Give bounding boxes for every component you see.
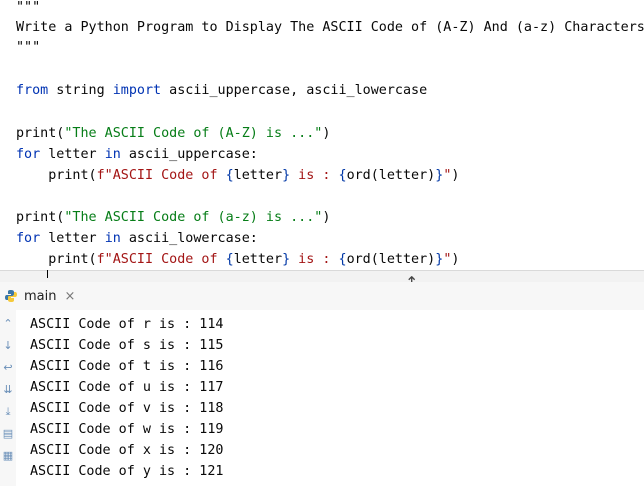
- fstring-expr-ord: ord(letter): [346, 252, 436, 267]
- string-literal: "The ASCII Code of (A-Z) is ...": [64, 126, 323, 141]
- run-tab-label: main: [24, 288, 57, 304]
- print-line-lowercase-header: print("The ASCII Code of (a-z) is ..."): [16, 207, 330, 229]
- scroll-to-end-icon[interactable]: ⇊: [2, 384, 14, 396]
- close-paren: ): [322, 210, 331, 225]
- loop-iterable: ascii_lowercase:: [120, 231, 258, 246]
- fstring-var-letter: letter: [233, 168, 283, 183]
- string-literal: "The ASCII Code of (a-z) is ...": [64, 210, 323, 225]
- console-output-line: ASCII Code of x is : 120: [30, 443, 224, 458]
- loop-variable: letter: [40, 147, 105, 162]
- scroll-up-icon[interactable]: ⌃: [2, 318, 14, 330]
- code-editor[interactable]: """ Write a Python Program to Display Th…: [0, 0, 644, 272]
- rerun-icon[interactable]: ↩: [2, 362, 14, 374]
- keyword-in: in: [104, 231, 121, 246]
- close-paren: ): [451, 168, 460, 183]
- console-output-line: ASCII Code of u is : 117: [30, 380, 224, 395]
- run-console[interactable]: ASCII Code of r is : 114 ASCII Code of s…: [0, 310, 644, 486]
- loop-iterable: ascii_uppercase:: [120, 147, 258, 162]
- fstring-expr-ord: ord(letter): [346, 168, 436, 183]
- keyword-from: from: [16, 83, 49, 98]
- import-line: from string import ascii_uppercase, asci…: [16, 80, 427, 102]
- console-output-line: ASCII Code of r is : 114: [30, 317, 224, 332]
- print-line-uppercase-header: print("The ASCII Code of (A-Z) is ..."): [16, 123, 330, 145]
- loop-variable: letter: [40, 231, 105, 246]
- console-output-line: ASCII Code of s is : 115: [30, 338, 224, 353]
- print-call: print(: [16, 210, 65, 225]
- for-line-lowercase: for letter in ascii_lowercase:: [16, 228, 258, 250]
- keyword-import: import: [112, 83, 162, 98]
- docstring-text: Write a Python Program to Display The AS…: [16, 20, 644, 35]
- text-caret: [47, 270, 48, 278]
- close-paren: ): [322, 126, 331, 141]
- module-name: string: [48, 83, 113, 98]
- console-output-line: ASCII Code of v is : 118: [30, 401, 224, 416]
- print-line-lowercase-body: print(f"ASCII Code of {letter} is : {ord…: [16, 249, 459, 271]
- imported-names: ascii_uppercase, ascii_lowercase: [161, 83, 428, 98]
- close-paren: ): [451, 252, 460, 267]
- print-call: print(: [48, 168, 97, 183]
- fstring-start: f"ASCII Code of: [96, 252, 226, 267]
- download-icon[interactable]: ⤓: [2, 406, 14, 418]
- close-icon[interactable]: ×: [64, 289, 75, 304]
- fstring-var-letter: letter: [233, 252, 283, 267]
- brace-open: {: [225, 252, 234, 267]
- keyword-in: in: [104, 147, 121, 162]
- print-call: print(: [48, 252, 97, 267]
- brace-open: {: [338, 168, 347, 183]
- docstring-close: """: [16, 40, 41, 55]
- console-output-line: ASCII Code of w is : 119: [30, 422, 224, 437]
- python-icon: [5, 290, 17, 302]
- soft-wrap-icon[interactable]: ↓: [2, 340, 14, 352]
- console-output-line: ASCII Code of t is : 116: [30, 359, 224, 374]
- print-icon[interactable]: ▤: [2, 428, 14, 440]
- run-tab-main[interactable]: main ×: [4, 286, 75, 306]
- brace-close: }: [282, 168, 291, 183]
- print-line-uppercase-body: print(f"ASCII Code of {letter} is : {ord…: [16, 165, 459, 187]
- keyword-for: for: [16, 231, 41, 246]
- run-toolbar: ⌃ ↓ ↩ ⇊ ⤓ ▤ ▦: [0, 310, 16, 486]
- for-line-uppercase: for letter in ascii_uppercase:: [16, 144, 258, 166]
- fstring-middle: is :: [290, 168, 339, 183]
- run-tool-window-header: main ×: [0, 282, 644, 311]
- fstring-start: f"ASCII Code of: [96, 168, 226, 183]
- brace-open: {: [225, 168, 234, 183]
- print-call: print(: [16, 126, 65, 141]
- clear-icon[interactable]: ▦: [2, 450, 14, 462]
- fstring-middle: is :: [290, 252, 339, 267]
- brace-open: {: [338, 252, 347, 267]
- keyword-for: for: [16, 147, 41, 162]
- brace-close: }: [282, 252, 291, 267]
- console-output-line: ASCII Code of y is : 121: [30, 464, 224, 479]
